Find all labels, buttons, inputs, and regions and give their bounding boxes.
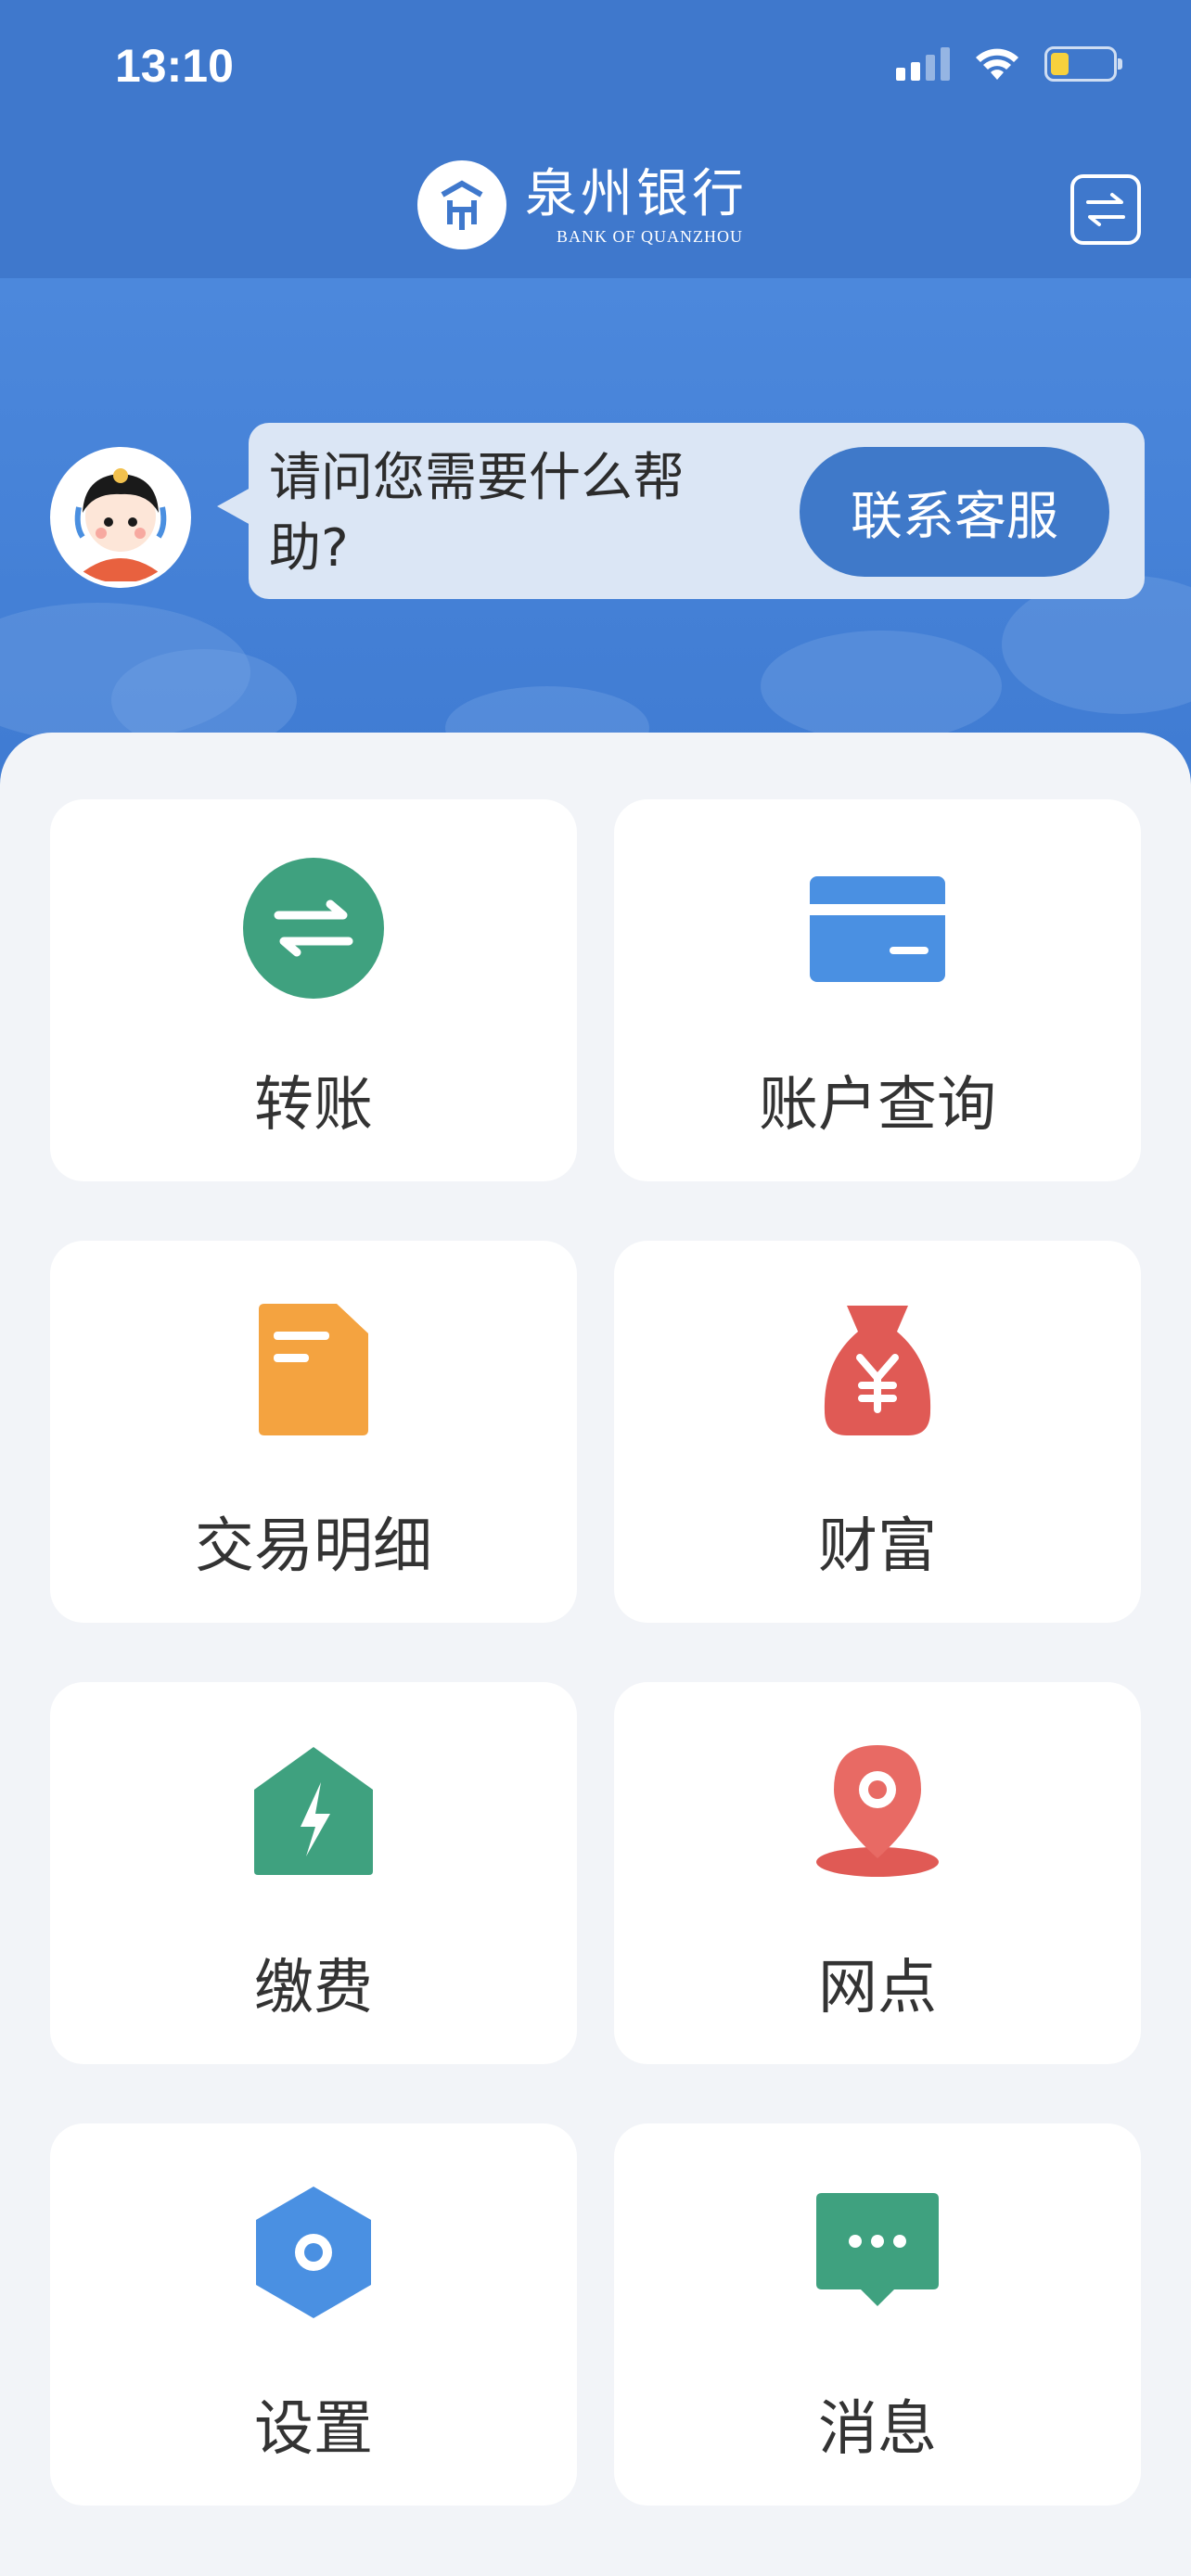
hexagon-settings-icon: [256, 2187, 371, 2318]
menu-item-branches[interactable]: 网点: [614, 1682, 1141, 2064]
bank-logo-mark-icon: [417, 160, 506, 249]
document-icon: [259, 1304, 368, 1435]
menu-item-label: 设置: [254, 2395, 373, 2464]
menu-item-label: 财富: [818, 1512, 937, 1581]
help-question: 请问您需要什么帮助?: [269, 448, 685, 579]
menu-item-payment[interactable]: 缴费: [50, 1682, 577, 2064]
card-icon: [810, 876, 945, 982]
swap-icon: [1086, 193, 1125, 226]
transfer-icon: [243, 858, 384, 999]
menu-item-account-query[interactable]: 账户查询: [614, 799, 1141, 1181]
menu-item-label: 交易明细: [195, 1512, 432, 1581]
menu-item-label: 消息: [818, 2395, 937, 2464]
status-icons: [896, 46, 1122, 82]
help-bubble: 请问您需要什么帮助? 联系客服: [217, 423, 1145, 599]
menu-item-label: 网点: [818, 1954, 937, 2022]
menu-item-settings[interactable]: 设置: [50, 2123, 577, 2506]
bank-name-en: BANK OF QUANZHOU: [557, 227, 744, 246]
signal-icon: [896, 47, 950, 81]
bolt-house-icon: [254, 1747, 373, 1875]
cloud-decoration: [761, 631, 1002, 742]
contact-service-button[interactable]: 联系客服: [800, 447, 1109, 577]
menu-item-label: 缴费: [254, 1954, 373, 2022]
battery-icon: [1044, 46, 1122, 82]
menu-item-label: 账户查询: [759, 1071, 996, 1140]
menu-item-transfer[interactable]: 转账: [50, 799, 577, 1181]
switch-mode-button[interactable]: [1070, 174, 1141, 245]
menu-item-label: 转账: [254, 1071, 373, 1140]
menu-item-wealth[interactable]: 财富: [614, 1241, 1141, 1623]
status-bar: 13:10: [0, 0, 1191, 139]
money-bag-icon: [824, 1306, 931, 1435]
chat-icon: [816, 2193, 939, 2306]
menu-item-messages[interactable]: 消息: [614, 2123, 1141, 2506]
bank-logo: 泉州银行 BANK OF QUANZHOU: [0, 153, 1191, 264]
wifi-icon: [976, 48, 1018, 80]
assistant-avatar[interactable]: [50, 447, 191, 588]
location-pin-icon: [816, 1745, 939, 1877]
menu-item-transactions[interactable]: 交易明细: [50, 1241, 577, 1623]
status-time: 13:10: [115, 40, 234, 92]
home-area: [0, 2539, 1191, 2576]
bank-name: 泉州银行: [525, 164, 748, 224]
